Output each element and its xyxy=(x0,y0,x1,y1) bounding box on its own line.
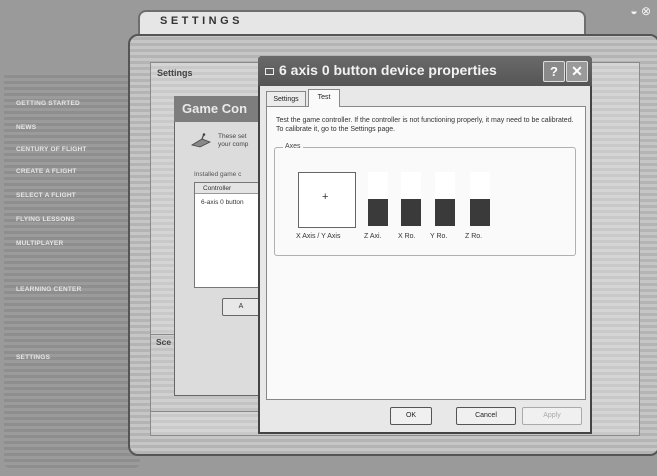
test-description: Test the game controller. If the control… xyxy=(276,117,574,133)
nav-item-multiplayer[interactable]: MULTIPLAYER xyxy=(16,240,63,247)
z-axis-bar xyxy=(368,199,388,226)
z-axis-label: Z Axi. xyxy=(364,233,382,240)
y-rotation-label: Y Ro. xyxy=(430,233,448,240)
window-controls[interactable]: ◒ ⊗ xyxy=(630,4,651,18)
axes-group-label: Axes xyxy=(283,143,303,150)
page-title: SETTINGS xyxy=(160,15,244,27)
settings-section-label: Settings xyxy=(157,68,193,78)
add-button[interactable]: A xyxy=(222,298,260,316)
z-rotation-bar xyxy=(470,199,490,226)
nav-item-flying-lessons[interactable]: FLYING LESSONS xyxy=(16,216,75,223)
controllers-list[interactable] xyxy=(194,182,260,288)
nav-item-news[interactable]: NEWS xyxy=(16,124,36,131)
list-item[interactable]: 6-axis 0 button xyxy=(201,199,244,206)
tab-test[interactable]: Test xyxy=(308,89,340,107)
x-rotation-label: X Ro. xyxy=(398,233,416,240)
nav-item-century-of-flight[interactable]: CENTURY OF FLIGHT xyxy=(16,146,87,153)
xy-axis-label: X Axis / Y Axis xyxy=(296,233,341,240)
scenery-section-label: Sce xyxy=(156,337,172,347)
apply-button[interactable]: Apply xyxy=(522,407,582,425)
controllers-list-header[interactable]: Controller xyxy=(195,183,258,194)
close-button[interactable]: ✕ xyxy=(566,61,588,82)
tab-settings[interactable]: Settings xyxy=(266,91,306,107)
installed-controllers-label: Installed game c xyxy=(194,171,242,178)
game-controllers-title: Game Con xyxy=(182,101,248,116)
ok-button[interactable]: OK xyxy=(390,407,432,425)
nav-item-select-a-flight[interactable]: SELECT A FLIGHT xyxy=(16,192,76,199)
xy-axis-marker: + xyxy=(322,191,329,203)
main-nav: GETTING STARTED NEWS CENTURY OF FLIGHT C… xyxy=(4,72,140,468)
nav-item-settings[interactable]: SETTINGS xyxy=(16,354,50,361)
y-rotation-bar xyxy=(435,199,455,226)
z-rotation-label: Z Ro. xyxy=(465,233,483,240)
help-button[interactable]: ? xyxy=(543,61,565,82)
device-properties-title: 6 axis 0 button device properties xyxy=(279,62,497,78)
nav-item-learning-center[interactable]: LEARNING CENTER xyxy=(16,286,81,293)
nav-item-getting-started[interactable]: GETTING STARTED xyxy=(16,100,80,107)
joystick-icon xyxy=(190,133,212,154)
nav-item-create-a-flight[interactable]: CREATE A FLIGHT xyxy=(16,168,77,175)
game-controllers-description: These set your comp xyxy=(218,133,249,148)
window-icon xyxy=(265,68,274,75)
cancel-button[interactable]: Cancel xyxy=(456,407,516,425)
x-rotation-bar xyxy=(401,199,421,226)
